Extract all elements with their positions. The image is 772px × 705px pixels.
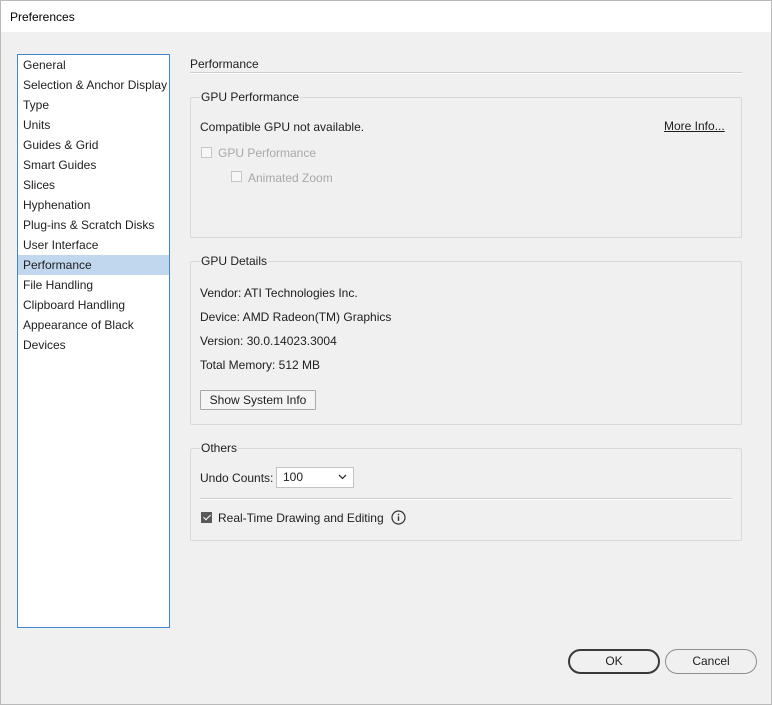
section-title: Performance [190,57,259,71]
sidebar-item-units[interactable]: Units [18,115,169,135]
gpu-performance-group: GPU Performance [190,89,742,238]
undo-counts-value: 100 [283,470,304,484]
preferences-dialog: Preferences General Selection & Anchor D… [0,0,772,705]
sidebar-item-user-interface[interactable]: User Interface [18,235,169,255]
gpu-device-text: Device: AMD Radeon(TM) Graphics [200,310,392,324]
animated-zoom-checkbox[interactable] [231,171,242,182]
undo-counts-select[interactable]: 100 [276,467,354,488]
section-divider-highlight [190,73,742,74]
gpu-memory-text: Total Memory: 512 MB [200,358,321,372]
realtime-drawing-label: Real-Time Drawing and Editing [218,511,384,525]
sidebar-item-appearance-of-black[interactable]: Appearance of Black [18,315,169,335]
sidebar-item-clipboard-handling[interactable]: Clipboard Handling [18,295,169,315]
title-bar[interactable]: Preferences [1,1,771,32]
gpu-performance-legend: GPU Performance [200,89,301,105]
sidebar-item-selection-anchor-display[interactable]: Selection & Anchor Display [18,75,169,95]
sidebar-item-devices[interactable]: Devices [18,335,169,355]
realtime-drawing-checkbox[interactable] [201,512,212,523]
sidebar-item-file-handling[interactable]: File Handling [18,275,169,295]
sidebar-item-hyphenation[interactable]: Hyphenation [18,195,169,215]
others-legend: Others [200,440,239,456]
gpu-version-text: Version: 30.0.14023.3004 [200,334,337,348]
sidebar-item-performance[interactable]: Performance [18,255,169,275]
gpu-performance-label: GPU Performance [218,146,317,160]
others-divider-highlight [200,499,732,500]
sidebar-item-smart-guides[interactable]: Smart Guides [18,155,169,175]
sidebar-item-type[interactable]: Type [18,95,169,115]
sidebar-item-plugins-scratch-disks[interactable]: Plug-ins & Scratch Disks [18,215,169,235]
gpu-details-legend: GPU Details [200,253,269,269]
cancel-button[interactable]: Cancel [665,649,757,674]
sidebar-item-guides-grid[interactable]: Guides & Grid [18,135,169,155]
gpu-vendor-text: Vendor: ATI Technologies Inc. [200,286,358,300]
gpu-performance-checkbox[interactable] [201,147,212,158]
ok-button[interactable]: OK [568,649,660,674]
more-info-link[interactable]: More Info... [664,119,725,133]
chevron-down-icon [338,474,347,480]
others-group: Others [190,440,742,541]
window-title: Preferences [10,10,75,24]
preferences-category-list[interactable]: General Selection & Anchor Display Type … [17,54,170,628]
gpu-status-text: Compatible GPU not available. [200,120,365,134]
info-icon[interactable] [391,510,406,525]
animated-zoom-label: Animated Zoom [248,171,333,185]
undo-counts-label: Undo Counts: [200,471,274,485]
show-system-info-button[interactable]: Show System Info [200,390,316,410]
sidebar-item-slices[interactable]: Slices [18,175,169,195]
sidebar-item-general[interactable]: General [18,55,169,75]
